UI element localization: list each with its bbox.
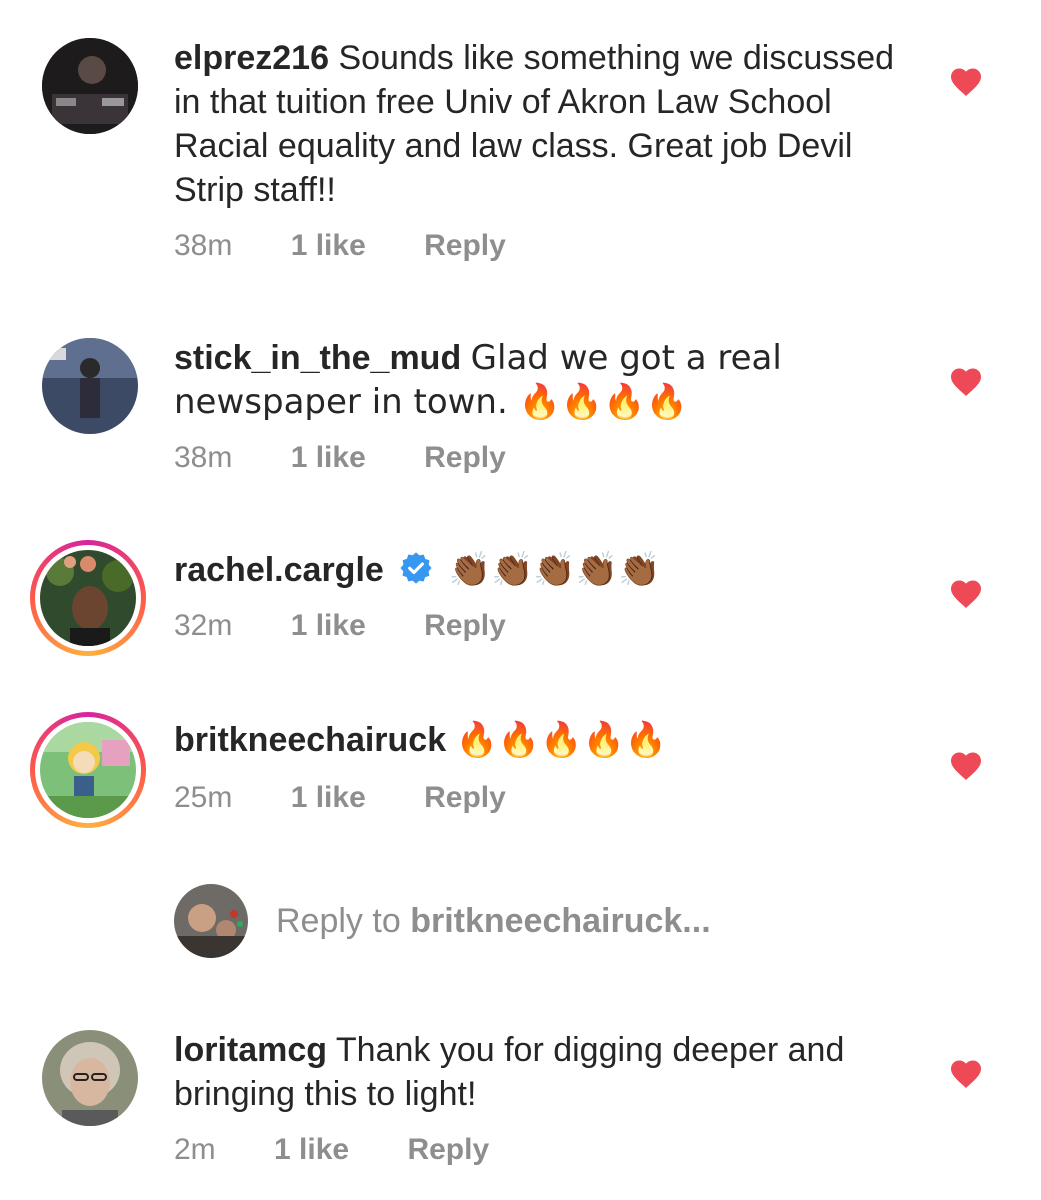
comment-meta: 2m 1 like Reply: [174, 1132, 489, 1168]
heart-icon[interactable]: [948, 64, 984, 100]
comment-meta: 38m 1 like Reply: [174, 440, 506, 476]
avatar: [40, 722, 136, 818]
comment-text: elprez216 Sounds like something we discu…: [174, 36, 914, 212]
comment-meta: 32m 1 like Reply: [174, 608, 506, 644]
comment-reply-button[interactable]: Reply: [424, 228, 506, 264]
avatar[interactable]: [42, 38, 138, 134]
reply-prompt-prefix: Reply to: [276, 902, 411, 940]
comment-likes[interactable]: 1 like: [291, 608, 366, 644]
comment-username[interactable]: rachel.cargle: [174, 551, 384, 589]
avatar-photo: [40, 550, 136, 646]
comment-time: 38m: [174, 229, 233, 262]
comment-body: 🔥🔥🔥🔥🔥: [455, 720, 668, 760]
heart-icon[interactable]: [948, 576, 984, 612]
avatar-photo: [42, 38, 138, 134]
comment-meta: 25m 1 like Reply: [174, 780, 506, 816]
comment-reply-button[interactable]: Reply: [424, 440, 506, 476]
heart-icon[interactable]: [948, 1056, 984, 1092]
comment-reply-button[interactable]: Reply: [424, 780, 506, 816]
heart-icon[interactable]: [948, 364, 984, 400]
avatar-story-ring[interactable]: [30, 712, 146, 828]
comment-likes[interactable]: 1 like: [291, 780, 366, 816]
avatar-photo: [174, 884, 248, 958]
avatar-photo: [42, 338, 138, 434]
comment-likes[interactable]: 1 like: [274, 1132, 349, 1168]
avatar[interactable]: [42, 1030, 138, 1126]
comment-text: britkneechairuck 🔥🔥🔥🔥🔥: [174, 718, 914, 762]
comment-text: rachel.cargle 👏🏾👏🏾👏🏾👏🏾👏🏾: [174, 548, 914, 592]
avatar: [40, 550, 136, 646]
comment-body: 👏🏾👏🏾👏🏾👏🏾👏🏾: [448, 550, 661, 590]
comment-likes[interactable]: 1 like: [291, 440, 366, 476]
reply-input-placeholder[interactable]: Reply to britkneechairuck...: [276, 902, 711, 941]
comment-text: stick_in_the_mud Glad we got a real news…: [174, 336, 914, 424]
comment-time: 25m: [174, 781, 233, 814]
comment-text: loritamcg Thank you for digging deeper a…: [174, 1028, 914, 1116]
heart-icon[interactable]: [948, 748, 984, 784]
comment-username[interactable]: britkneechairuck: [174, 721, 446, 759]
comment-username[interactable]: stick_in_the_mud: [174, 339, 461, 377]
reply-prompt-target: britkneechairuck...: [410, 902, 711, 940]
current-user-avatar: [174, 884, 248, 958]
verified-badge-icon: [400, 552, 432, 584]
comment-reply-button[interactable]: Reply: [424, 608, 506, 644]
avatar-photo: [42, 1030, 138, 1126]
comment-reply-button[interactable]: Reply: [407, 1132, 489, 1168]
comment-meta: 38m 1 like Reply: [174, 228, 506, 264]
avatar-photo: [40, 722, 136, 818]
comment-likes[interactable]: 1 like: [291, 228, 366, 264]
avatar[interactable]: [42, 338, 138, 434]
comment-username[interactable]: elprez216: [174, 39, 329, 77]
comment-time: 38m: [174, 441, 233, 474]
reply-input-row[interactable]: Reply to britkneechairuck...: [174, 884, 874, 960]
comment-username[interactable]: loritamcg: [174, 1031, 327, 1069]
avatar-story-ring[interactable]: [30, 540, 146, 656]
comment-time: 2m: [174, 1133, 216, 1166]
comment-time: 32m: [174, 609, 233, 642]
